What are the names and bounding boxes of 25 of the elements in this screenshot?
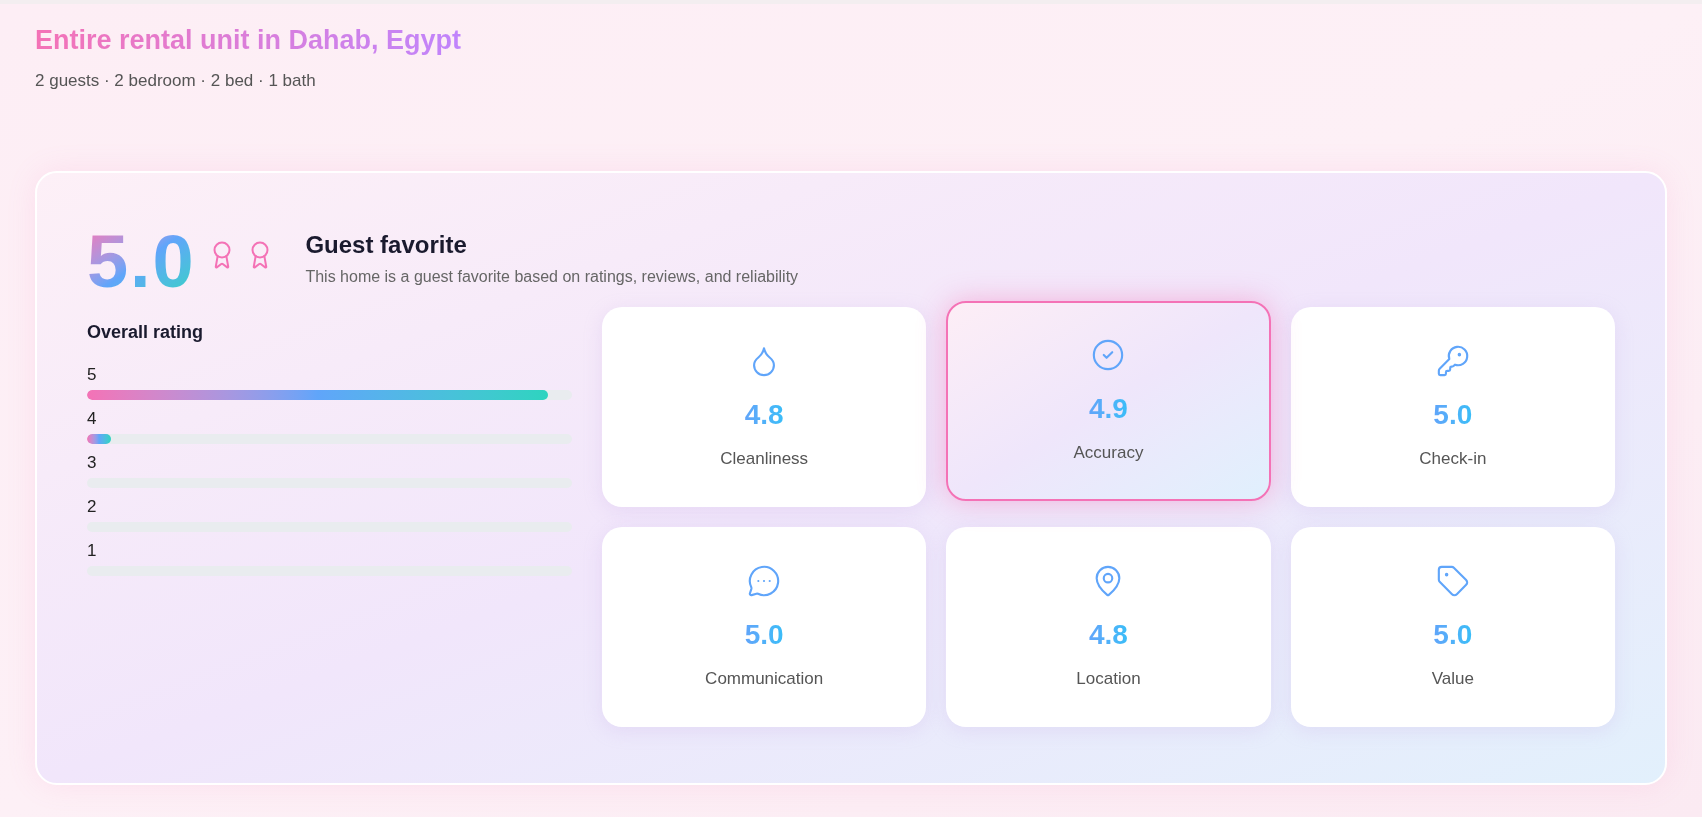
rating-label: 3 bbox=[87, 452, 97, 475]
category-card[interactable]: 5.0 Value bbox=[1290, 527, 1615, 728]
key-icon bbox=[1435, 343, 1470, 378]
category-label: Check-in bbox=[1419, 447, 1487, 470]
guest-favorite-heading: Guest favorite bbox=[305, 230, 468, 261]
listing-details: 2 guests · 2 bedroom · 2 bed · 1 bath bbox=[35, 69, 317, 92]
rating-label: 5 bbox=[87, 364, 97, 387]
category-card[interactable]: 4.8 Cleanliness bbox=[602, 307, 927, 508]
rating-label: 1 bbox=[87, 540, 97, 563]
category-label: Accuracy bbox=[1073, 441, 1144, 464]
category-card[interactable]: 5.0 Communication bbox=[602, 527, 927, 728]
category-label: Value bbox=[1431, 667, 1474, 690]
rating-label: 4 bbox=[87, 408, 97, 431]
chat-bubble-icon bbox=[747, 563, 782, 598]
tag-icon bbox=[1435, 563, 1470, 598]
check-circle-icon bbox=[1091, 337, 1126, 372]
rating-label: 2 bbox=[87, 496, 97, 519]
category-card[interactable]: 4.9 Accuracy bbox=[946, 301, 1271, 502]
category-label: Location bbox=[1076, 667, 1141, 690]
overall-rating-heading: Overall rating bbox=[87, 321, 205, 345]
category-card[interactable]: 5.0 Check-in bbox=[1290, 307, 1615, 508]
guest-favorite-description: This home is a guest favorite based on ratings, reviews, and reliability bbox=[305, 267, 799, 288]
category-card[interactable]: 4.8 Location bbox=[946, 527, 1271, 728]
category-label: Cleanliness bbox=[720, 447, 809, 470]
category-label: Communication bbox=[705, 667, 824, 690]
